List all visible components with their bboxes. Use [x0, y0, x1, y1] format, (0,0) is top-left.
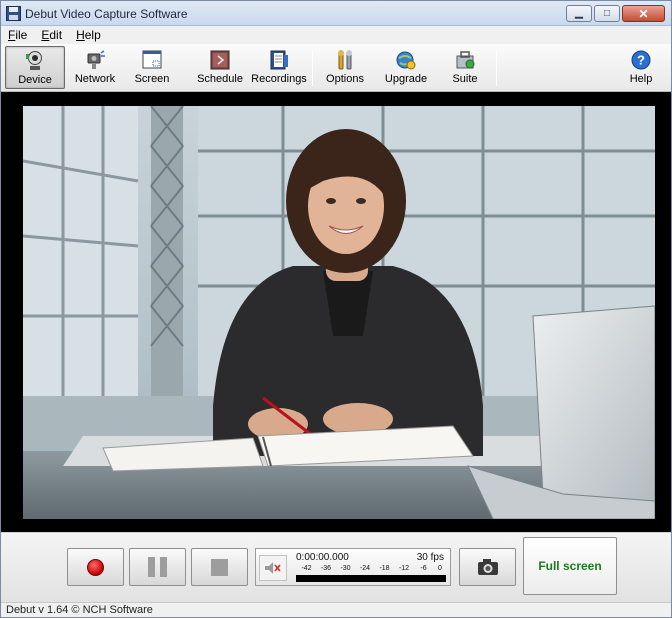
level-tick: -42: [301, 565, 312, 572]
capture-controls: 0:00:00.000 30 fps -42 -36 -30 -24 -18 -…: [1, 532, 671, 602]
menu-edit-label: dit: [49, 28, 63, 42]
close-button[interactable]: ✕: [622, 5, 665, 22]
menu-file[interactable]: File: [1, 26, 34, 44]
toolbar-screen-button[interactable]: Screen: [128, 46, 176, 89]
level-tick: -30: [340, 565, 351, 572]
toolbar-schedule-label: Schedule: [197, 73, 243, 85]
app-window: Debut Video Capture Software ▁ □ ✕ File …: [0, 0, 672, 618]
toolbar-suite-label: Suite: [452, 73, 478, 85]
floppy-disk-icon: [6, 6, 21, 21]
toolbar-network-button[interactable]: Network: [69, 46, 121, 89]
maximize-icon: □: [603, 7, 611, 19]
toolbar-options-label: Options: [326, 73, 364, 85]
svg-text:?: ?: [637, 53, 645, 68]
audio-mute-button[interactable]: [259, 555, 287, 581]
toolbar-screen-label: Screen: [134, 73, 170, 85]
recordings-icon: [270, 50, 288, 70]
window-controls: ▁ □ ✕: [564, 5, 665, 22]
toolbar-schedule-button[interactable]: Schedule: [194, 46, 246, 89]
options-tools-icon: [338, 50, 352, 70]
pause-button[interactable]: [129, 548, 186, 586]
level-tick: -36: [320, 565, 332, 572]
level-tick: -18: [379, 565, 390, 572]
snapshot-button[interactable]: [459, 548, 516, 586]
full-screen-label: Full screen: [538, 559, 602, 573]
toolbar-suite-button[interactable]: Suite: [445, 46, 485, 89]
toolbar-separator-2: [496, 50, 497, 86]
level-tick: 0: [438, 565, 442, 572]
stop-icon: [211, 558, 228, 576]
toolbar-options-button[interactable]: Options: [321, 46, 369, 89]
help-icon: ?: [631, 50, 651, 70]
audio-level-meter: [296, 575, 446, 582]
recording-status-panel: 0:00:00.000 30 fps -42 -36 -30 -24 -18 -…: [255, 548, 451, 586]
video-preview: [23, 106, 655, 519]
window-title: Debut Video Capture Software: [25, 7, 188, 21]
menu-edit[interactable]: Edit: [34, 26, 69, 44]
maximize-button[interactable]: □: [594, 5, 620, 22]
screen-capture-icon: [142, 50, 162, 69]
toolbar-separator: [312, 50, 313, 86]
full-screen-button[interactable]: Full screen: [523, 537, 617, 595]
schedule-icon: [210, 50, 230, 70]
toolbar-recordings-button[interactable]: Recordings: [250, 46, 308, 89]
toolbar: Device Network Screen Schedule Recording…: [1, 44, 671, 92]
menu-help[interactable]: Help: [69, 26, 108, 44]
menu-file-label: ile: [15, 28, 28, 42]
level-tick: -6: [420, 565, 427, 572]
menu-bar: File Edit Help: [1, 26, 671, 44]
record-button[interactable]: [67, 548, 124, 586]
close-icon: ✕: [638, 6, 649, 21]
level-tick: -24: [359, 565, 371, 572]
toolbar-network-label: Network: [74, 73, 116, 85]
upgrade-globe-icon: [396, 51, 416, 70]
status-bar: Debut v 1.64 © NCH Software: [1, 602, 671, 617]
network-camera-icon: [87, 50, 105, 69]
level-tick: -12: [398, 565, 410, 572]
menu-help-accel: H: [76, 28, 85, 42]
level-meter-scale: -42 -36 -30 -24 -18 -12 -6 0: [296, 565, 446, 574]
minimize-icon: ▁: [575, 7, 583, 19]
camera-icon: [477, 559, 498, 575]
status-text: Debut v 1.64 © NCH Software: [6, 604, 153, 616]
record-icon: [87, 558, 104, 576]
webcam-icon: [26, 51, 42, 70]
toolbar-upgrade-label: Upgrade: [384, 73, 428, 85]
frame-rate: 30 fps: [416, 552, 444, 563]
menu-help-label: elp: [84, 28, 101, 42]
toolbar-upgrade-button[interactable]: Upgrade: [381, 46, 431, 89]
toolbar-recordings-label: Recordings: [251, 73, 307, 85]
minimize-button[interactable]: ▁: [566, 5, 592, 22]
toolbar-help-button[interactable]: ? Help: [623, 46, 659, 89]
preview-scene-image: [23, 106, 655, 519]
toolbar-help-label: Help: [629, 73, 653, 85]
speaker-muted-icon: [265, 562, 281, 574]
toolbar-device-label: Device: [18, 74, 52, 86]
suite-box-icon: [456, 51, 475, 69]
elapsed-time: 0:00:00.000: [296, 552, 349, 563]
video-preview-area: [1, 92, 671, 532]
stop-button[interactable]: [191, 548, 248, 586]
pause-icon: [148, 557, 167, 577]
title-bar[interactable]: Debut Video Capture Software ▁ □ ✕: [1, 1, 671, 26]
toolbar-device-button[interactable]: Device: [5, 46, 65, 89]
